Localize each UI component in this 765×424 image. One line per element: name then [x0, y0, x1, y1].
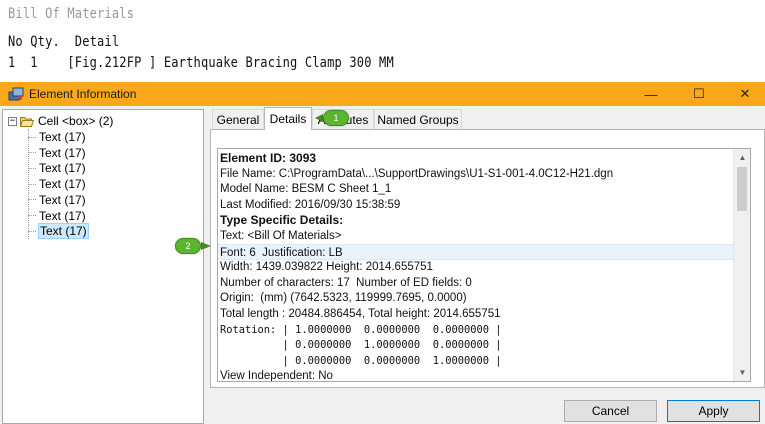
- detail-line[interactable]: Model Name: BESM C Sheet 1_1: [218, 181, 750, 197]
- tree-item-text[interactable]: Text (17): [28, 208, 87, 224]
- element-information-dialog: Element Information — ☐ ✕ − Cell <box> (…: [0, 82, 765, 424]
- detail-line[interactable]: | 0.0000000 0.0000000 1.0000000 |: [218, 353, 750, 369]
- callout-1-arrow: [315, 114, 323, 122]
- tab-general[interactable]: General: [212, 109, 264, 130]
- title-bar[interactable]: Element Information — ☐ ✕: [0, 82, 765, 106]
- maximize-button[interactable]: ☐: [676, 82, 722, 106]
- drawing-canvas[interactable]: Bill Of Materials No Qty. Detail 1 1 [Fi…: [0, 0, 765, 82]
- callout-marker-1: 1: [315, 110, 349, 126]
- detail-line[interactable]: Type Specific Details:: [218, 212, 750, 228]
- bom-data-row: 1 1 [Fig.212FP ] Earthquake Bracing Clam…: [8, 55, 394, 71]
- open-folder-icon: [20, 116, 34, 127]
- tree-connector: [28, 199, 36, 201]
- detail-line-selected[interactable]: Font: 6 Justification: LB: [218, 243, 750, 260]
- tree-item-text[interactable]: Text (17): [28, 176, 87, 192]
- tree-item-label: Text (17): [39, 130, 86, 144]
- tree-connector: [28, 183, 36, 185]
- tree-connector: [28, 136, 36, 138]
- tree-item-label: Text (17): [38, 223, 89, 240]
- minimize-button[interactable]: —: [628, 82, 674, 106]
- tree-item-text[interactable]: Text (17): [28, 129, 87, 145]
- tree-item-label: Text (17): [39, 208, 86, 223]
- detail-line[interactable]: Number of characters: 17 Number of ED fi…: [218, 275, 750, 291]
- tree-item-text[interactable]: Text (17): [28, 160, 87, 176]
- detail-line[interactable]: Text: <Bill Of Materials>: [218, 228, 750, 244]
- tree-connector: [28, 230, 36, 232]
- detail-line[interactable]: Width: 1439.039822 Height: 2014.655751: [218, 259, 750, 275]
- callout-2-arrow: [201, 242, 211, 250]
- element-info-app-icon: [8, 87, 24, 101]
- callout-2-label: 2: [175, 238, 201, 254]
- detail-line[interactable]: Origin: (mm) (7642.5323, 119999.7695, 0.…: [218, 290, 750, 306]
- callout-marker-2: 2: [175, 238, 211, 254]
- bom-title: Bill Of Materials: [8, 6, 135, 22]
- tree-item-text[interactable]: Text (17): [28, 223, 89, 240]
- detail-line[interactable]: | 0.0000000 1.0000000 0.0000000 |: [218, 337, 750, 353]
- scroll-up-icon[interactable]: ▲: [734, 149, 750, 166]
- apply-button[interactable]: Apply: [667, 400, 760, 422]
- vertical-scrollbar[interactable]: ▲ ▼: [733, 149, 750, 381]
- tree-item-label: Text (17): [39, 145, 86, 160]
- element-tree[interactable]: − Cell <box> (2) Text (17) Text (17) Text …: [2, 109, 204, 424]
- scroll-thumb[interactable]: [737, 167, 747, 211]
- cancel-button[interactable]: Cancel: [564, 400, 657, 422]
- tree-root-cell[interactable]: − Cell <box> (2): [8, 113, 114, 129]
- detail-line[interactable]: Total length : 20484.886454, Total heigh…: [218, 306, 750, 322]
- tab-named-groups[interactable]: Named Groups: [374, 109, 462, 130]
- tab-strip: General Details Attributes Named Groups: [210, 106, 765, 130]
- tree-root-label: Cell <box> (2): [38, 114, 114, 128]
- detail-line[interactable]: View Independent: No: [218, 368, 750, 381]
- tree-connector: [28, 152, 36, 154]
- tab-details[interactable]: Details: [264, 107, 312, 130]
- details-tab-page: Element ID: 3093 File Name: C:\ProgramDat…: [210, 129, 765, 388]
- collapse-icon[interactable]: −: [8, 116, 17, 126]
- detail-line[interactable]: Last Modified: 2016/09/30 15:38:59: [218, 197, 750, 213]
- tree-connector: [28, 167, 36, 169]
- tree-item-label: Text (17): [39, 177, 86, 192]
- detail-line[interactable]: Element ID: 3093: [218, 150, 750, 166]
- tree-connector: [28, 215, 36, 216]
- window-title: Element Information: [29, 87, 137, 101]
- tree-item-label: Text (17): [39, 192, 86, 207]
- tree-item-text[interactable]: Text (17): [28, 192, 87, 208]
- tree-item-label: Text (17): [39, 161, 86, 176]
- close-button[interactable]: ✕: [722, 82, 765, 106]
- detail-line[interactable]: Rotation: | 1.0000000 0.0000000 0.000000…: [218, 322, 750, 338]
- bom-header-row: No Qty. Detail: [8, 34, 120, 50]
- details-list[interactable]: Element ID: 3093 File Name: C:\ProgramDat…: [217, 148, 751, 382]
- scroll-down-icon[interactable]: ▼: [734, 364, 750, 381]
- detail-line[interactable]: File Name: C:\ProgramData\...\SupportDra…: [218, 166, 750, 182]
- tree-item-text[interactable]: Text (17): [28, 145, 87, 161]
- callout-1-label: 1: [323, 110, 349, 126]
